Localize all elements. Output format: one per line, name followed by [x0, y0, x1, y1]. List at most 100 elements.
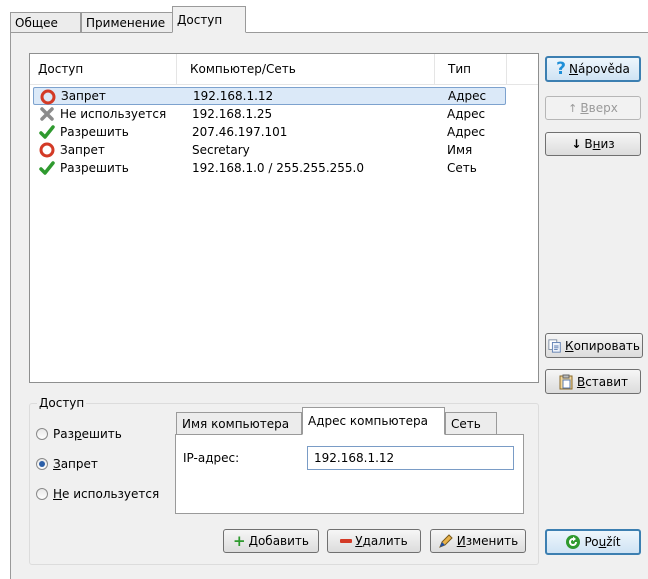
list-row[interactable]: Разрешить 207.46.197.101 Адрес — [33, 123, 506, 141]
row-access: Запрет — [60, 143, 105, 157]
move-up-button[interactable]: ↑ Вверх — [545, 96, 641, 120]
row-host: Secretary — [192, 143, 250, 157]
arrow-up-icon: ↑ — [568, 101, 578, 115]
edit-mnemonic: И — [456, 534, 466, 548]
row-host: 207.46.197.101 — [192, 125, 288, 139]
move-up-rest: верх — [588, 101, 618, 115]
row-access: Разрешить — [60, 161, 129, 175]
list-row[interactable]: Не используется 192.168.1.25 Адрес — [33, 105, 506, 123]
column-header-host[interactable]: Компьютер/Сеть — [182, 54, 296, 84]
paste-button[interactable]: Вставит — [545, 369, 641, 394]
list-row[interactable]: Разрешить 192.168.1.0 / 255.255.255.0 Се… — [33, 159, 506, 177]
help-label-mnemonic: N — [569, 62, 579, 76]
plus-icon: + — [233, 531, 246, 550]
add-label: Добавить — [249, 534, 309, 548]
list-row[interactable]: Запрет Secretary Имя — [33, 141, 506, 159]
apply-label: Použít — [584, 535, 620, 549]
arrow-down-icon: ↓ — [571, 137, 582, 151]
tab-computer-name[interactable]: Имя компьютера — [176, 412, 302, 434]
move-down-rest: из — [600, 137, 615, 151]
radio-deny[interactable]: Запрет — [36, 456, 98, 472]
row-host: 192.168.1.0 / 255.255.255.0 — [192, 161, 364, 175]
move-up-mnemonic: В — [580, 101, 589, 115]
tab-network[interactable]: Сеть — [445, 412, 497, 434]
radio-deny-mnemonic: З — [53, 457, 61, 471]
row-type: Адрес — [447, 125, 486, 139]
radio-unused-rest: е используется — [62, 487, 160, 501]
list-header: Доступ Компьютер/Сеть Тип — [30, 54, 538, 85]
copy-rest: опировать — [573, 338, 640, 353]
row-host: 192.168.1.25 — [192, 107, 273, 121]
paste-label: Вставит — [577, 375, 628, 389]
tab-computer-address[interactable]: Адрес компьютера — [302, 407, 445, 435]
minus-icon — [340, 539, 353, 543]
row-access: Не используется — [60, 107, 167, 121]
edit-rest: зменить — [465, 534, 519, 548]
access-list[interactable]: Доступ Компьютер/Сеть Тип Запрет 192.168… — [29, 53, 539, 383]
help-label-rest: ápověda — [578, 62, 630, 76]
column-header-type[interactable]: Тип — [440, 54, 471, 84]
radio-unused[interactable]: Не используется — [36, 486, 159, 502]
column-divider[interactable] — [506, 54, 507, 84]
help-icon: ? — [556, 58, 567, 79]
tab-general[interactable]: Общее — [10, 12, 81, 32]
ip-address-label: IP-адрес: — [183, 451, 240, 465]
pencil-icon — [438, 534, 453, 548]
paste-mnemonic: В — [576, 374, 586, 389]
add-rest: обавить — [257, 534, 309, 548]
add-mnemonic: Д — [248, 534, 258, 548]
row-type: Адрес — [448, 89, 487, 103]
edit-button[interactable]: Изменить — [430, 529, 526, 553]
radio-allow-dot[interactable] — [36, 428, 48, 440]
paste-icon — [559, 374, 573, 389]
ip-address-input[interactable]: 192.168.1.12 — [307, 446, 514, 470]
radio-deny-rest: апрет — [60, 457, 98, 471]
apply-rest: žít — [606, 535, 621, 549]
apply-button[interactable]: Použít — [545, 529, 641, 555]
radio-unused-label: Не используется — [53, 487, 159, 501]
access-group-title: Доступ — [37, 396, 87, 410]
radio-allow[interactable]: Разрешить — [36, 426, 122, 442]
copy-icon — [548, 338, 561, 353]
copy-button[interactable]: Копировать — [545, 333, 643, 358]
help-label: Nápověda — [569, 62, 630, 76]
delete-rest: далить — [362, 534, 408, 548]
radio-allow-pre: Раз — [53, 427, 74, 441]
allow-icon — [39, 161, 55, 175]
copy-label: Копировать — [565, 339, 640, 353]
row-access: Разрешить — [60, 125, 129, 139]
column-header-access[interactable]: Доступ — [30, 54, 83, 84]
delete-label: Удалить — [355, 534, 408, 548]
row-host: 192.168.1.12 — [193, 89, 274, 103]
deny-icon — [40, 89, 56, 105]
radio-unused-mnemonic: Н — [53, 487, 63, 501]
tab-access[interactable]: Доступ — [172, 6, 246, 33]
row-type: Имя — [447, 143, 473, 157]
unused-icon — [40, 107, 54, 121]
deny-icon — [39, 142, 55, 158]
help-button[interactable]: ? Nápověda — [545, 56, 641, 82]
row-access: Запрет — [61, 89, 106, 103]
column-divider[interactable] — [176, 54, 177, 84]
move-down-label: Вниз — [584, 137, 614, 151]
apply-pre: Po — [584, 535, 599, 549]
delete-button[interactable]: Удалить — [327, 529, 421, 553]
radio-allow-label: Разрешить — [53, 427, 122, 441]
delete-mnemonic: У — [355, 534, 363, 548]
radio-deny-dot[interactable] — [36, 458, 48, 470]
row-type: Адрес — [447, 107, 486, 121]
move-down-button[interactable]: ↓ Вниз — [545, 132, 641, 156]
column-divider[interactable] — [434, 54, 435, 84]
row-type: Сеть — [447, 161, 477, 175]
radio-unused-dot[interactable] — [36, 488, 48, 500]
refresh-icon — [566, 535, 581, 549]
copy-mnemonic: К — [565, 338, 574, 353]
move-down-pre: В — [584, 137, 593, 151]
move-up-label: Вверх — [580, 101, 617, 115]
add-button[interactable]: + Добавить — [223, 529, 319, 553]
tab-usage[interactable]: Применение — [81, 12, 178, 32]
radio-deny-label: Запрет — [53, 457, 98, 471]
list-row[interactable]: Запрет 192.168.1.12 Адрес — [33, 87, 506, 105]
radio-allow-mnemonic: р — [73, 427, 82, 441]
paste-rest: ставит — [585, 374, 629, 389]
